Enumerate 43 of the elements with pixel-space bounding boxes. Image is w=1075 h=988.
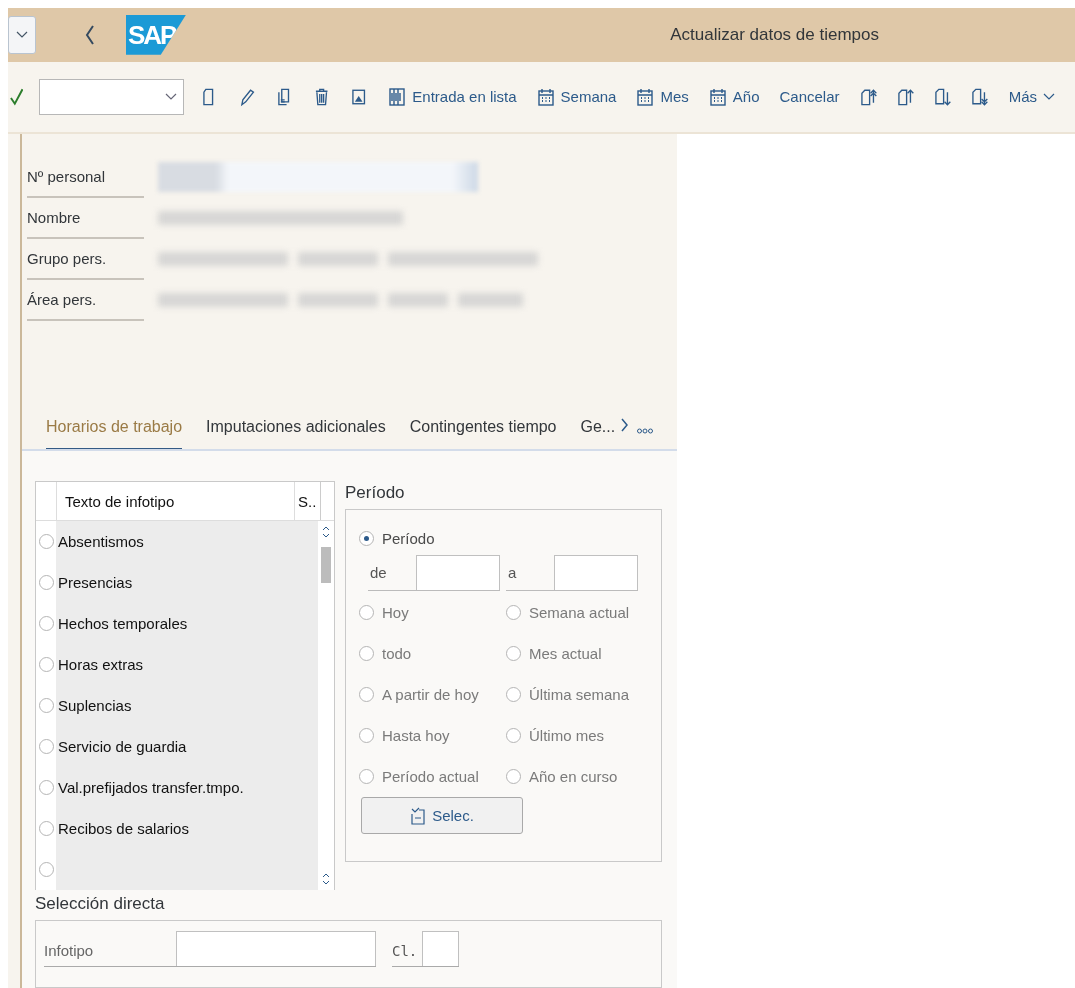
column-header: Texto de infotipo — [57, 482, 295, 520]
field-label: Cl. — [392, 943, 419, 961]
table-cell: Suplencias — [58, 697, 132, 714]
field-label: Infotipo — [44, 942, 95, 961]
table-cell: Hechos temporales — [58, 615, 188, 632]
table-cell: Absentismos — [58, 533, 144, 550]
toolbar-button[interactable]: Año — [708, 86, 760, 107]
toolbar-button[interactable]: Semana — [536, 86, 617, 107]
table-cell: Recibos de salarios — [58, 820, 189, 837]
table-cell: Horas extras — [58, 656, 144, 673]
table-cell: Presencias — [58, 574, 133, 591]
group-title: Selección directa — [35, 893, 166, 915]
toolbar-button[interactable]: Cancelar — [779, 88, 840, 106]
radio-label: Período — [382, 530, 435, 547]
column-header: S.. — [295, 482, 321, 520]
group-title: Período — [345, 482, 406, 504]
toolbar-button[interactable]: Mes — [636, 86, 689, 107]
radio-label: A partir de hoy — [382, 686, 479, 703]
field-label: Nombre — [27, 196, 144, 239]
radio-label: Semana actual — [529, 604, 630, 621]
radio-label: Mes actual — [529, 645, 602, 662]
window-title: Actualizar datos de tiempos — [670, 24, 879, 45]
radio-label: Última semana — [529, 686, 630, 703]
field-label: Área pers. — [27, 278, 144, 321]
radio-label: Año en curso — [529, 768, 618, 785]
more-button[interactable]: Más — [1008, 88, 1056, 106]
field-label: Grupo pers. — [27, 237, 144, 280]
radio-label: Período actual — [382, 768, 479, 785]
tab[interactable]: Contingentes tiempo — [409, 418, 557, 449]
select-button[interactable]: Selec. — [361, 797, 523, 834]
radio-label: Hasta hoy — [382, 727, 450, 744]
tab[interactable]: Imputaciones adicionales — [206, 418, 386, 449]
radio-label: Hoy — [382, 604, 409, 621]
sap-logo: SAP — [126, 14, 186, 55]
tab[interactable]: Ge... — [580, 418, 616, 449]
field-label: a — [507, 564, 518, 583]
field-label: de — [369, 564, 388, 583]
radio-label: todo — [382, 645, 412, 662]
radio-label: Último mes — [529, 727, 604, 744]
toolbar-button[interactable]: Entrada en lista — [388, 86, 517, 107]
field-label: Nº personal — [27, 155, 144, 198]
table-cell: Val.prefijados transfer.tmpo. — [58, 779, 244, 796]
table-cell: Servicio de guardia — [58, 738, 187, 755]
